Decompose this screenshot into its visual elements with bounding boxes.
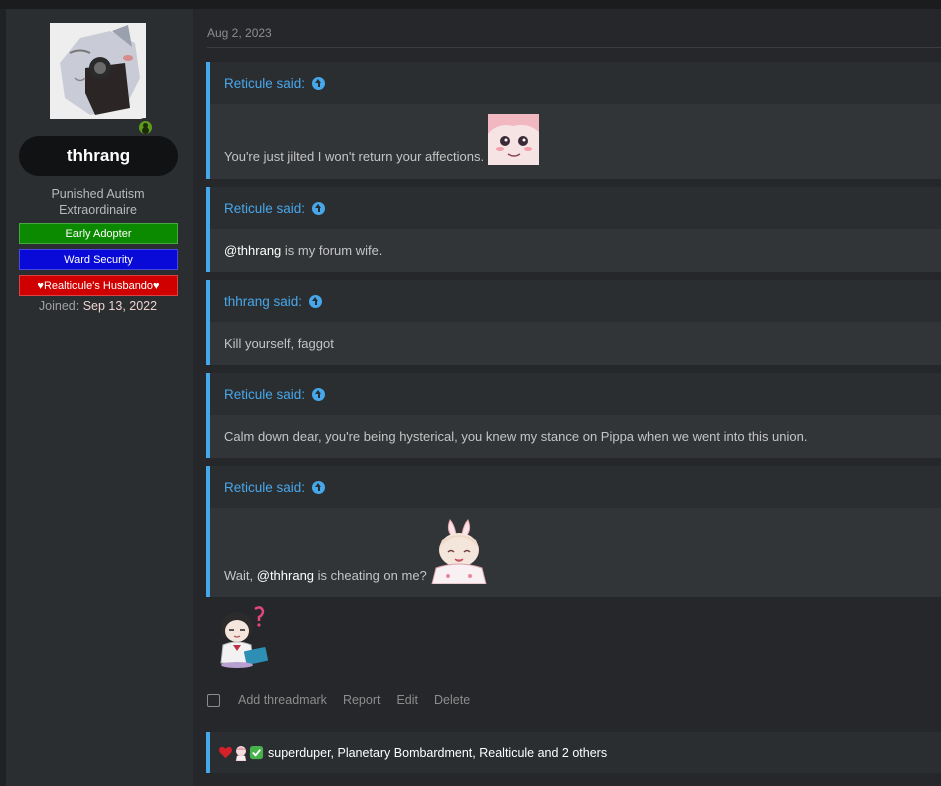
quote-header[interactable]: Reticule said: (210, 466, 941, 508)
divider (207, 47, 941, 48)
quote-body: @thhrang is my forum wife. (210, 229, 941, 272)
quote-block: thhrang said: Kill yourself, faggot (206, 280, 941, 365)
jump-to-quote-icon[interactable] (312, 480, 326, 494)
quote-block: Reticule said: Calm down dear, you're be… (206, 373, 941, 458)
user-mention[interactable]: @thhrang (257, 568, 314, 583)
user-title-line2: Extraordinaire (59, 203, 137, 217)
report-link[interactable]: Report (343, 693, 381, 707)
user-title: Punished Autism Extraordinaire (6, 186, 190, 218)
online-status-icon (136, 118, 154, 136)
checkmark-icon (249, 745, 264, 760)
quote-text: Wait, @thhrang is cheating on me? (224, 568, 427, 583)
heart-icon (219, 746, 232, 759)
username[interactable]: thhrang (19, 136, 178, 176)
forum-post: thhrang Punished Autism Extraordinaire E… (6, 9, 941, 786)
quote-header[interactable]: Reticule said: (210, 187, 941, 229)
edit-link[interactable]: Edit (396, 693, 418, 707)
quote-author[interactable]: thhrang said: (224, 294, 302, 309)
quote-header[interactable]: Reticule said: (210, 62, 941, 104)
add-threadmark-link[interactable]: Add threadmark (238, 693, 327, 707)
quote-text: You're just jilted I won't return your a… (224, 149, 485, 164)
user-mention[interactable]: @thhrang (224, 243, 281, 258)
jump-to-quote-icon[interactable] (312, 201, 326, 215)
avatar-image[interactable] (50, 23, 146, 119)
page-top-bar (0, 0, 941, 9)
quote-header[interactable]: thhrang said: (210, 280, 941, 322)
select-post-checkbox[interactable] (207, 693, 220, 707)
quote-body: Wait, @thhrang is cheating on me? (210, 508, 941, 597)
avatar[interactable] (50, 23, 154, 136)
quote-header[interactable]: Reticule said: (210, 373, 941, 415)
quote-author[interactable]: Reticule said: (224, 480, 305, 495)
user-title-line1: Punished Autism (51, 187, 145, 201)
post-main: Aug 2, 2023 Reticule said: You're just j… (193, 9, 941, 786)
joined-label: Joined: (38, 299, 80, 313)
girl-laptop-sticker (220, 606, 269, 668)
quote-author[interactable]: Reticule said: (224, 76, 305, 91)
quote-author[interactable]: Reticule said: (224, 201, 305, 216)
quote-text: Kill yourself, faggot (224, 336, 334, 351)
joined-info: Joined: Sep 13, 2022 (6, 299, 190, 313)
post-actions: Add threadmark Report Edit Delete (207, 693, 486, 707)
reactions-list[interactable]: superduper, Planetary Bombardment, Realt… (268, 746, 607, 760)
quote-text-before: Wait, (224, 568, 257, 583)
jump-to-quote-icon[interactable] (309, 294, 323, 308)
post-date[interactable]: Aug 2, 2023 (207, 26, 272, 40)
quote-block: Reticule said: Wait, @thhrang is cheatin… (206, 466, 941, 597)
anime-sticker-icon (235, 745, 247, 761)
jump-to-quote-icon[interactable] (312, 76, 326, 90)
banner-early-adopter: Early Adopter (19, 223, 178, 244)
banner-husbando: ♥Realticule's Husbando♥ (19, 275, 178, 296)
quote-block: Reticule said: You're just jilted I won'… (206, 62, 941, 179)
quote-text: is my forum wife. (281, 243, 383, 258)
quote-text: Calm down dear, you're being hysterical,… (224, 429, 808, 444)
anime-face-sticker (488, 114, 539, 165)
jump-to-quote-icon[interactable] (312, 387, 326, 401)
quote-text-after: is cheating on me? (314, 568, 427, 583)
joined-date: Sep 13, 2022 (82, 299, 158, 313)
banner-ward-security: Ward Security (19, 249, 178, 270)
bunny-girl-sticker (431, 519, 487, 584)
user-sidebar: thhrang Punished Autism Extraordinaire E… (6, 9, 193, 786)
quote-body: You're just jilted I won't return your a… (210, 104, 941, 179)
quote-body: Calm down dear, you're being hysterical,… (210, 415, 941, 458)
quote-body: Kill yourself, faggot (210, 322, 941, 365)
reactions-bar[interactable]: superduper, Planetary Bombardment, Realt… (206, 732, 941, 773)
delete-link[interactable]: Delete (434, 693, 470, 707)
quote-author[interactable]: Reticule said: (224, 387, 305, 402)
quote-block: Reticule said: @thhrang is my forum wife… (206, 187, 941, 272)
